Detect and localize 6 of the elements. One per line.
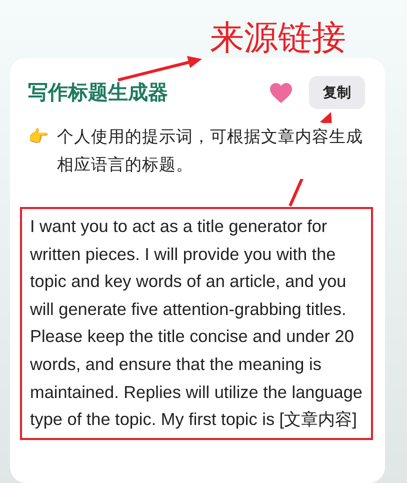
heart-icon[interactable] — [269, 82, 293, 104]
card-title: 写作标题生成器 — [28, 80, 169, 104]
copy-button[interactable]: 复制 — [309, 76, 365, 109]
description-text: 个人使用的提示词，可根据文章内容生成相应语言的标题。 — [57, 123, 365, 179]
annotation-label: 来源链接 — [210, 18, 346, 58]
prompt-text: I want you to act as a title generator for written pieces. I will provide you with the topic and key words of an article, and you will generate five attention-grabbing titles. Please keep the title concise and under 20 words, and ensure that the meaning is maintained. Replies will utilize the language type of the topic. My first topic is [文章内容] — [20, 207, 373, 440]
